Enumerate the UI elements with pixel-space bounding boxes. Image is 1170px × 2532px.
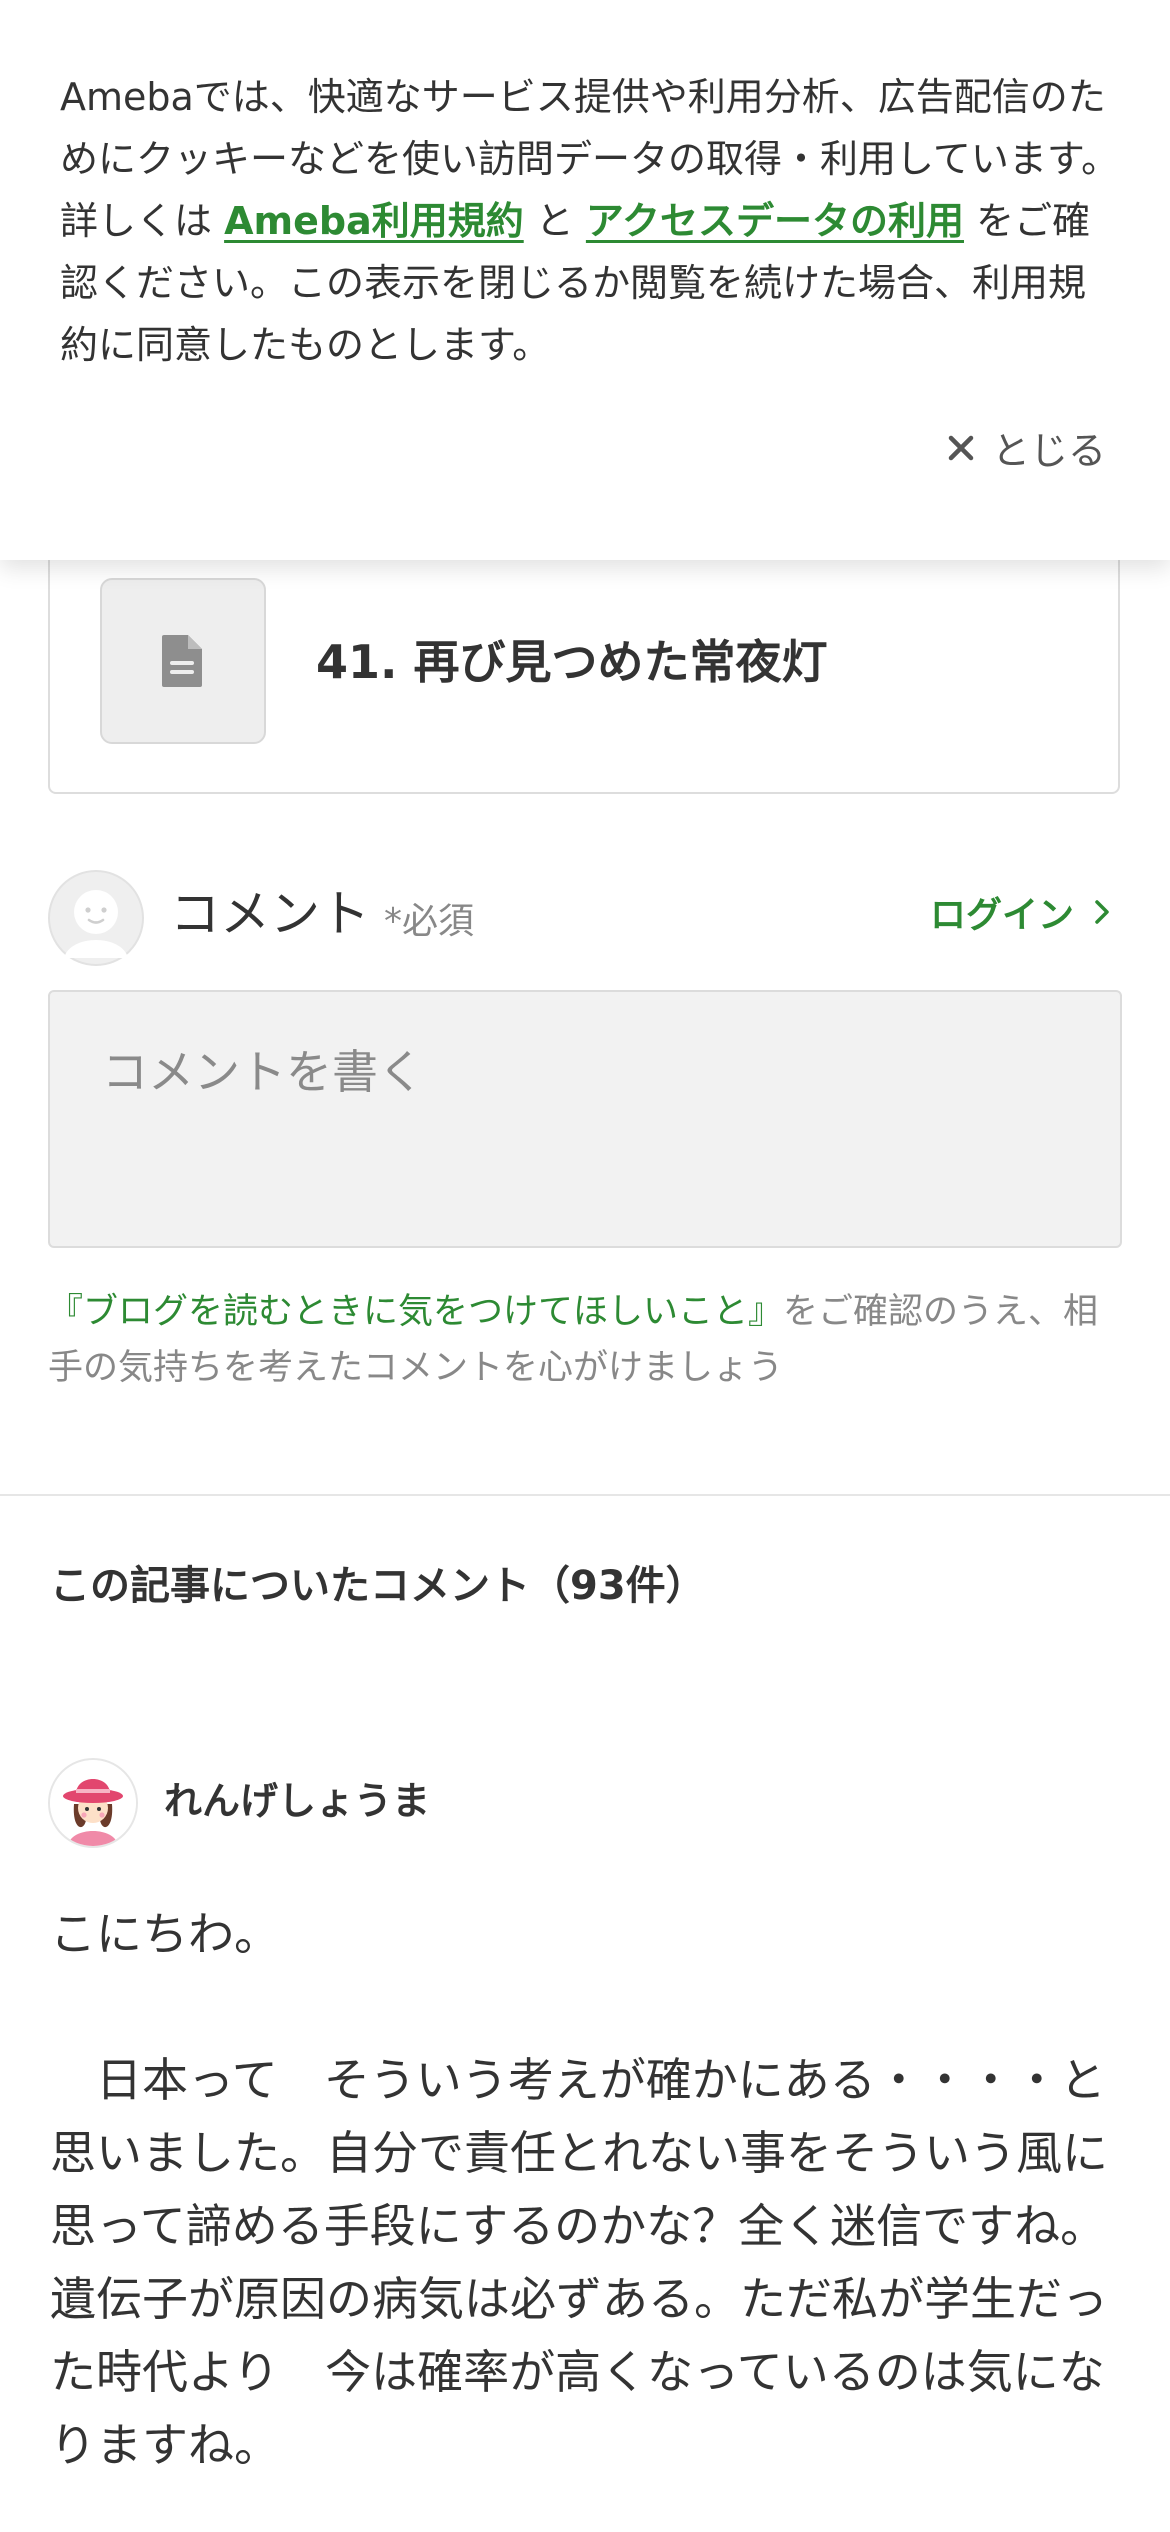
user-face-icon [64,890,128,958]
required-mark: *必須 [384,901,475,942]
close-label: とじる [991,429,1106,473]
divider [0,1494,1170,1496]
comment-notice: 『ブログを読むときに気をつけてほしいこと』をご確認のうえ、相手の気持ちを考えたコ… [48,1284,1128,1396]
cookie-banner: Amebaでは、快適なサービス提供や利用分析、広告配信のためにクッキーなどを使い… [0,0,1170,560]
login-link[interactable]: ログイン [930,886,1110,938]
avatar [48,870,144,966]
comment-body: こにちわ。 日本って そういう考えが確かにある・・・・と思いました。自分で責任と… [50,1907,1108,2472]
blog-guidelines-link[interactable]: 『ブログを読むときに気をつけてほしいこと』 [48,1292,783,1332]
chevron-right-icon [1095,900,1109,924]
commenter-name[interactable]: れんげしょうま [164,1774,430,1828]
document-icon [162,635,202,687]
girl-avatar-icon [50,1760,136,1846]
comment-label: コメント [170,885,370,943]
article-title: 41. 再び見つめた常夜灯 [316,635,828,689]
article-thumbnail [100,578,266,744]
login-label: ログイン [929,895,1074,936]
comment-input[interactable] [48,990,1122,1248]
close-icon [948,435,974,460]
commenter-avatar[interactable] [48,1758,138,1848]
cookie-text-middle: と [523,199,586,243]
comments-section-title: この記事についたコメント（93件） [50,1563,706,1609]
cookie-banner-text: Amebaでは、快適なサービス提供や利用分析、広告配信のためにクッキーなどを使い… [60,66,1120,376]
close-banner-button[interactable]: とじる [946,420,1106,475]
access-data-link[interactable]: アクセスデータの利用 [586,199,964,243]
terms-link[interactable]: Ameba利用規約 [224,199,524,243]
